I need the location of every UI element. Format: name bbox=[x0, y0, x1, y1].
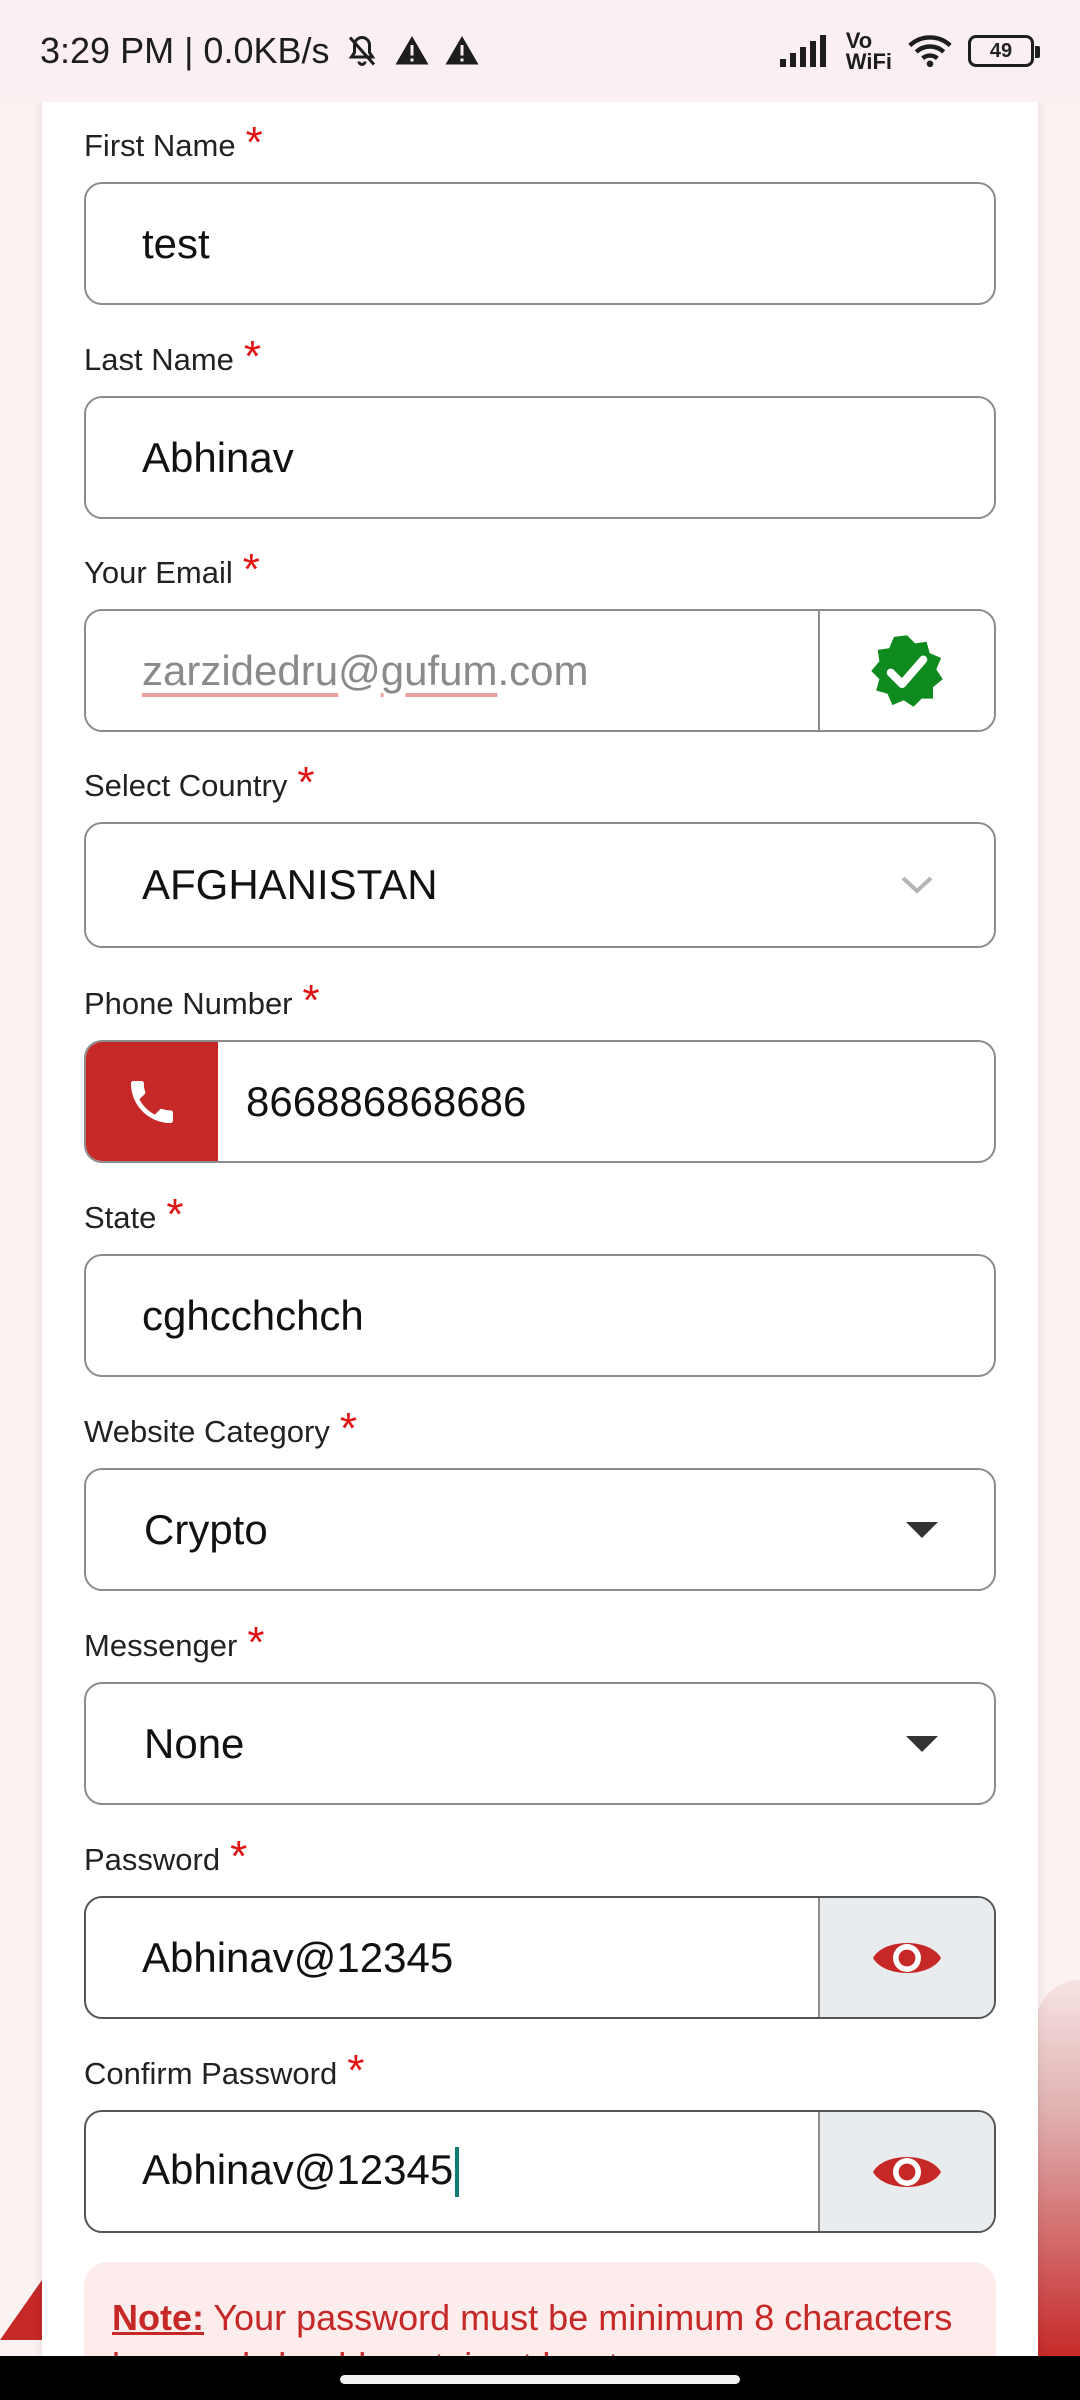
required-star: * bbox=[247, 1618, 265, 1667]
toggle-password-visibility-button[interactable] bbox=[818, 1898, 994, 2017]
country-field: Select Country * AFGHANISTAN bbox=[84, 758, 996, 950]
last-name-value[interactable]: Abhinav bbox=[86, 434, 994, 482]
email-input[interactable]: zarzidedru@gufum.com bbox=[84, 609, 996, 732]
first-name-value[interactable]: test bbox=[86, 220, 994, 268]
password-value[interactable]: Abhinav@12345 bbox=[86, 1934, 818, 1982]
required-star: * bbox=[242, 545, 260, 594]
status-left: 3:29 PM | 0.0KB/s bbox=[40, 30, 480, 72]
text-cursor bbox=[455, 2147, 460, 2198]
state-label: State * bbox=[84, 1190, 184, 1239]
email-tld: .com bbox=[497, 646, 589, 694]
country-value[interactable]: AFGHANISTAN bbox=[86, 861, 900, 909]
email-at: @ bbox=[338, 646, 381, 694]
last-name-input[interactable]: Abhinav bbox=[84, 396, 996, 519]
battery-level: 49 bbox=[989, 39, 1013, 62]
email-domain: gufum bbox=[380, 646, 498, 694]
messenger-select[interactable]: None bbox=[84, 1682, 996, 1805]
background-decoration bbox=[1036, 1980, 1080, 2360]
messenger-field: Messenger * None bbox=[84, 1618, 996, 1808]
battery-indicator: 49 bbox=[968, 35, 1040, 67]
email-value[interactable]: zarzidedru@gufum.com bbox=[86, 647, 818, 695]
vowifi-bottom: WiFi bbox=[845, 49, 892, 74]
password-label: Password * bbox=[84, 1832, 248, 1881]
background-decoration bbox=[0, 2280, 42, 2340]
password-input[interactable]: Abhinav@12345 bbox=[84, 1896, 996, 2019]
status-time-network: 3:29 PM | 0.0KB/s bbox=[40, 30, 330, 71]
phone-prefix bbox=[86, 1042, 218, 1161]
required-star: * bbox=[230, 1832, 248, 1881]
note-text: Your password must be minimum 8 characte… bbox=[112, 2297, 953, 2360]
email-label: Your Email * bbox=[84, 545, 260, 594]
toggle-confirm-password-visibility-button[interactable] bbox=[818, 2112, 994, 2231]
phone-field: Phone Number * 866886868686 bbox=[84, 976, 996, 1166]
website-category-label: Website Category * bbox=[84, 1404, 357, 1453]
warning-icon bbox=[395, 36, 428, 65]
chevron-down-icon[interactable] bbox=[900, 875, 934, 895]
email-field: Your Email * zarzidedru@gufum.com bbox=[84, 545, 996, 735]
required-star: * bbox=[245, 118, 263, 167]
confirm-password-input[interactable]: Abhinav@12345 bbox=[84, 2110, 996, 2233]
state-input[interactable]: cghcchchch bbox=[84, 1254, 996, 1377]
status-bar: 3:29 PM | 0.0KB/s Vo WiFi 49 bbox=[0, 0, 1080, 102]
phone-value[interactable]: 866886868686 bbox=[218, 1078, 994, 1126]
required-star: * bbox=[339, 1404, 357, 1453]
confirm-password-text: Abhinav@12345 bbox=[142, 2145, 454, 2193]
required-star: * bbox=[166, 1190, 184, 1239]
dropdown-caret-icon[interactable] bbox=[906, 1735, 938, 1752]
registration-form: First Name * test Last Name * Abhinav Yo… bbox=[42, 100, 1038, 2360]
required-star: * bbox=[347, 2046, 365, 2095]
country-select[interactable]: AFGHANISTAN bbox=[84, 822, 996, 948]
phone-input[interactable]: 866886868686 bbox=[84, 1040, 996, 1163]
email-verified-indicator bbox=[818, 611, 994, 730]
messenger-label: Messenger * bbox=[84, 1618, 265, 1667]
first-name-input[interactable]: test bbox=[84, 182, 996, 305]
note-prefix: Note: bbox=[112, 2297, 204, 2338]
phone-icon bbox=[131, 1080, 173, 1123]
confirm-password-label: Confirm Password * bbox=[84, 2046, 365, 2095]
first-name-field: First Name * test bbox=[84, 118, 996, 308]
first-name-label: First Name * bbox=[84, 118, 263, 167]
dropdown-caret-icon[interactable] bbox=[906, 1521, 938, 1538]
status-right: Vo WiFi 49 bbox=[779, 28, 1040, 74]
phone-label: Phone Number * bbox=[84, 976, 320, 1025]
country-label: Select Country * bbox=[84, 758, 315, 807]
required-star: * bbox=[243, 332, 262, 381]
confirm-password-field: Confirm Password * Abhinav@12345 bbox=[84, 2046, 996, 2236]
required-star: * bbox=[302, 976, 320, 1025]
website-category-value[interactable]: Crypto bbox=[86, 1506, 906, 1554]
email-local-part: zarzidedru bbox=[142, 646, 339, 694]
vowifi-indicator: Vo WiFi bbox=[845, 28, 892, 74]
website-category-field: Website Category * Crypto bbox=[84, 1404, 996, 1594]
eye-icon[interactable] bbox=[870, 1934, 944, 1982]
password-requirements-note: Note: Your password must be minimum 8 ch… bbox=[84, 2262, 996, 2360]
eye-icon[interactable] bbox=[870, 2148, 944, 2196]
last-name-field: Last Name * Abhinav bbox=[84, 332, 996, 522]
messenger-value[interactable]: None bbox=[86, 1720, 906, 1768]
verified-check-icon bbox=[871, 634, 943, 707]
wifi-icon bbox=[908, 35, 952, 68]
website-category-select[interactable]: Crypto bbox=[84, 1468, 996, 1591]
state-value[interactable]: cghcchchch bbox=[86, 1292, 994, 1340]
warning-icon bbox=[445, 36, 478, 65]
signal-icon bbox=[779, 35, 826, 67]
state-field: State * cghcchchch bbox=[84, 1190, 996, 1380]
navigation-bar bbox=[0, 2356, 1080, 2400]
last-name-label: Last Name * bbox=[84, 332, 262, 381]
required-star: * bbox=[297, 758, 315, 807]
password-field: Password * Abhinav@12345 bbox=[84, 1832, 996, 2022]
confirm-password-value[interactable]: Abhinav@12345 bbox=[86, 2146, 818, 2198]
muted-bell-icon bbox=[348, 35, 375, 66]
home-gesture-handle[interactable] bbox=[340, 2375, 740, 2384]
vowifi-top: Vo bbox=[845, 28, 873, 53]
